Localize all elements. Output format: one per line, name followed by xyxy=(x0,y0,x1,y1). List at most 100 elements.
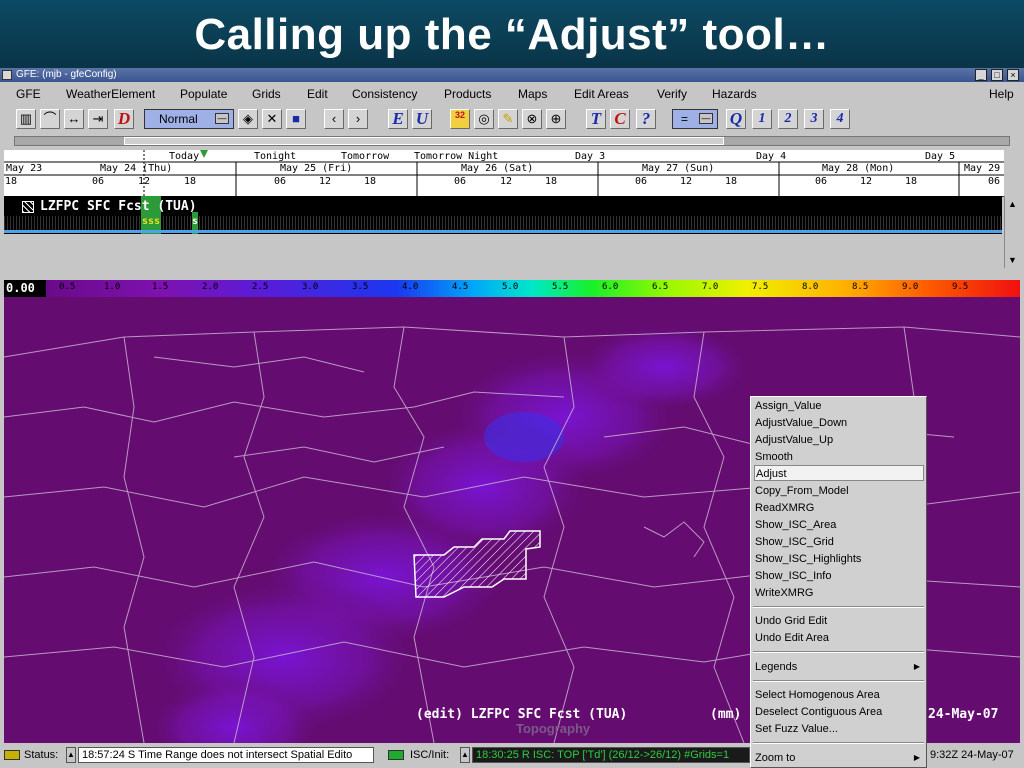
status-message-field[interactable]: 18:57:24 S Time Range does not intersect… xyxy=(78,747,374,763)
map-date: 24-May-07 xyxy=(928,707,999,722)
pane-layout-icon[interactable]: ▥ xyxy=(16,109,36,129)
colorbar-tick: 5.5 xyxy=(552,282,569,292)
colorbar-tick: 8.5 xyxy=(852,282,869,292)
colorbar-tick: 4.5 xyxy=(452,282,469,292)
status-label: Status: xyxy=(24,749,59,761)
time-scale[interactable]: Today Tonight Tomorrow Tomorrow Night Da… xyxy=(4,150,1004,197)
minimize-button[interactable]: _ xyxy=(975,69,987,81)
menu-item-adjustvalue-up[interactable]: AdjustValue_Up xyxy=(754,432,924,448)
eye-icon[interactable]: ◈ xyxy=(238,109,258,129)
layer-4-button[interactable]: 4 xyxy=(830,109,850,129)
isc-message-field[interactable]: 18:30:25 R ISC: TOP ['Td'] (26/12->26/12… xyxy=(472,747,750,763)
menu-maps[interactable]: Maps xyxy=(518,87,547,101)
menu-help[interactable]: Help xyxy=(989,87,1014,101)
menu-item-writexmrg[interactable]: WriteXMRG xyxy=(754,585,924,601)
layer-1-button[interactable]: 1 xyxy=(752,109,772,129)
colorbar-tick: 2.0 xyxy=(202,282,219,292)
menu-gfe[interactable]: GFE xyxy=(16,87,41,101)
layer-2-button[interactable]: 2 xyxy=(778,109,798,129)
menu-weatherelement[interactable]: WeatherElement xyxy=(66,87,155,101)
scroll-up-icon[interactable]: ▲ xyxy=(1006,198,1019,210)
menu-item-undo-edit-area[interactable]: Undo Edit Area xyxy=(754,630,924,646)
menu-item-show-isc-grid[interactable]: Show_ISC_Grid xyxy=(754,534,924,550)
menu-item-undo-grid-edit[interactable]: Undo Grid Edit xyxy=(754,613,924,629)
equals-icon: = xyxy=(681,112,689,126)
menu-grids[interactable]: Grids xyxy=(252,87,281,101)
smooth-count-button[interactable]: 32 xyxy=(450,109,470,129)
menu-item-assign-value[interactable]: Assign_Value xyxy=(754,398,924,414)
layer-3-button[interactable]: 3 xyxy=(804,109,824,129)
scroll-down-icon[interactable]: ▼ xyxy=(1006,254,1019,266)
window-menu-icon[interactable] xyxy=(2,70,12,80)
menu-verify[interactable]: Verify xyxy=(657,87,687,101)
menu-consistency[interactable]: Consistency xyxy=(352,87,417,101)
menu-item-set-fuzz-value[interactable]: Set Fuzz Value... xyxy=(754,721,924,737)
menu-item-copy-from-model[interactable]: Copy_From_Model xyxy=(754,483,924,499)
grid-element-label: LZFPC SFC Fcst (TUA) xyxy=(40,199,197,214)
menu-separator xyxy=(753,606,924,608)
operator-select[interactable]: = — xyxy=(672,109,718,129)
t-button[interactable]: T xyxy=(586,109,606,129)
color-bar[interactable]: 0.00 0.5 1.0 1.5 2.0 2.5 3.0 3.5 4.0 4.5… xyxy=(4,280,1020,297)
next-arrow-icon[interactable]: › xyxy=(348,109,368,129)
menu-item-show-isc-highlights[interactable]: Show_ISC_Highlights xyxy=(754,551,924,567)
scroll-thumb[interactable] xyxy=(124,137,724,145)
globe-icon[interactable]: ⊕ xyxy=(546,109,566,129)
colorbar-tick: 8.0 xyxy=(802,282,819,292)
e-button[interactable]: E xyxy=(388,109,408,129)
menu-item-adjustvalue-down[interactable]: AdjustValue_Down xyxy=(754,415,924,431)
grid-manager-row[interactable]: LZFPC SFC Fcst (TUA) sss s xyxy=(4,196,1002,234)
colorbar-tick: 1.5 xyxy=(152,282,169,292)
colorbar-tick: 1.0 xyxy=(104,282,121,292)
u-button[interactable]: U xyxy=(412,109,432,129)
c-button[interactable]: C xyxy=(610,109,630,129)
edit-mode-select[interactable]: Normal — xyxy=(144,109,234,129)
maximize-button[interactable]: □ xyxy=(991,69,1003,81)
d-button[interactable]: D xyxy=(114,109,134,129)
menu-item-legends[interactable]: Legends ▶ xyxy=(754,659,924,675)
menu-item-show-isc-area[interactable]: Show_ISC_Area xyxy=(754,517,924,533)
q-button[interactable]: Q xyxy=(726,109,746,129)
status-indicator xyxy=(4,750,20,760)
compress-arrows-icon[interactable]: ⇥ xyxy=(88,109,108,129)
target-icon[interactable]: ◎ xyxy=(474,109,494,129)
time-scrollbar[interactable] xyxy=(4,134,1020,148)
legends-label: Legends xyxy=(755,661,798,673)
save-icon[interactable]: ■ xyxy=(286,109,306,129)
isc-arrow-icon[interactable]: ▲ xyxy=(460,747,470,763)
help-question-button[interactable]: ? xyxy=(636,109,656,129)
menu-item-smooth[interactable]: Smooth xyxy=(754,449,924,465)
pencil-icon[interactable]: ✎ xyxy=(498,109,518,129)
menu-products[interactable]: Products xyxy=(444,87,491,101)
menu-item-show-isc-info[interactable]: Show_ISC_Info xyxy=(754,568,924,584)
topography-label: Topography xyxy=(516,721,591,736)
menu-item-readxmrg[interactable]: ReadXMRG xyxy=(754,500,924,516)
menu-hazards[interactable]: Hazards xyxy=(712,87,757,101)
colorbar-tick: 6.5 xyxy=(652,282,669,292)
color-gradient[interactable] xyxy=(46,280,1020,297)
window-titlebar[interactable]: GFE: (mjb - gfeConfig) _ □ × xyxy=(0,68,1024,82)
stretch-arrows-icon[interactable]: ↔ xyxy=(64,109,84,129)
edit-mode-value: Normal xyxy=(159,112,198,126)
close-button[interactable]: × xyxy=(1007,69,1019,81)
menu-populate[interactable]: Populate xyxy=(180,87,227,101)
previous-arrow-icon[interactable]: ‹ xyxy=(324,109,344,129)
colorbar-tick: 9.5 xyxy=(952,282,969,292)
contour-tool-icon[interactable]: ⊗ xyxy=(522,109,542,129)
map-tool-icon[interactable]: ✕ xyxy=(262,109,282,129)
grid-vertical-scrollbar[interactable]: ▲ ▼ xyxy=(1004,196,1021,268)
menu-edit-areas[interactable]: Edit Areas xyxy=(574,87,629,101)
menu-edit[interactable]: Edit xyxy=(307,87,328,101)
submenu-arrow-icon: ▶ xyxy=(913,662,920,671)
menu-item-deselect-contiguous-area[interactable]: Deselect Contiguous Area xyxy=(754,704,924,720)
menu-item-adjust[interactable]: Adjust xyxy=(754,465,924,481)
clock-readout: 9:32Z 24-May-07 xyxy=(926,747,1020,763)
context-menu: Assign_Value AdjustValue_Down AdjustValu… xyxy=(750,396,927,768)
time-selection-bar xyxy=(4,230,1002,233)
menu-item-select-homogenous-area[interactable]: Select Homogenous Area xyxy=(754,687,924,703)
toolbar: ▥ ⌒ ↔ ⇥ D Normal — ◈ ✕ ■ ‹ › E U 32 ◎ ✎ … xyxy=(4,107,1020,133)
curve-tool-icon[interactable]: ⌒ xyxy=(40,109,60,129)
current-value-readout: 0.00 xyxy=(4,280,46,297)
menu-item-zoom-to[interactable]: Zoom to ▶ xyxy=(754,750,924,766)
status-arrow-icon[interactable]: ▲ xyxy=(66,747,76,763)
